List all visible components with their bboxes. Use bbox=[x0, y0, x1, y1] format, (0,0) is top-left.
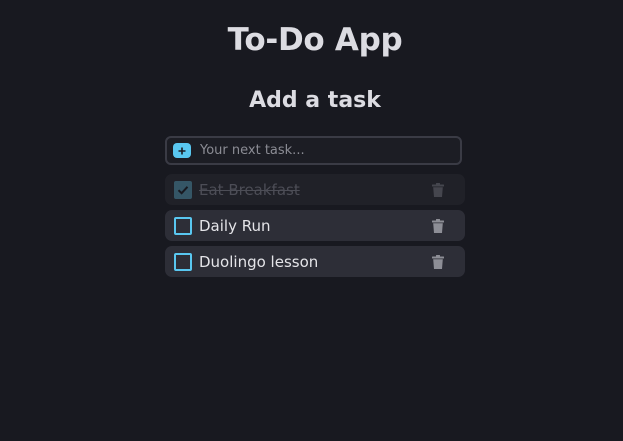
task-input[interactable] bbox=[200, 143, 450, 158]
todo-app: To-Do App Add a task Eat Breakfast Daily… bbox=[0, 0, 623, 441]
task-item[interactable]: Daily Run bbox=[165, 210, 465, 241]
task-item[interactable]: Eat Breakfast bbox=[165, 174, 465, 205]
trash-icon[interactable] bbox=[430, 253, 446, 271]
task-checkbox[interactable] bbox=[174, 252, 192, 271]
trash-icon[interactable] bbox=[430, 181, 446, 199]
app-title: To-Do App bbox=[227, 22, 403, 58]
add-task-heading: Add a task bbox=[249, 88, 381, 113]
task-checkbox-checked[interactable] bbox=[174, 180, 192, 199]
task-item[interactable]: Duolingo lesson bbox=[165, 246, 465, 277]
plus-icon[interactable] bbox=[173, 143, 191, 158]
add-task-form bbox=[165, 136, 462, 165]
task-label: Daily Run bbox=[199, 216, 271, 235]
task-label: Eat Breakfast bbox=[199, 180, 300, 199]
task-label: Duolingo lesson bbox=[199, 252, 319, 271]
check-icon bbox=[177, 185, 189, 195]
trash-icon[interactable] bbox=[430, 217, 446, 235]
task-checkbox[interactable] bbox=[174, 216, 192, 235]
